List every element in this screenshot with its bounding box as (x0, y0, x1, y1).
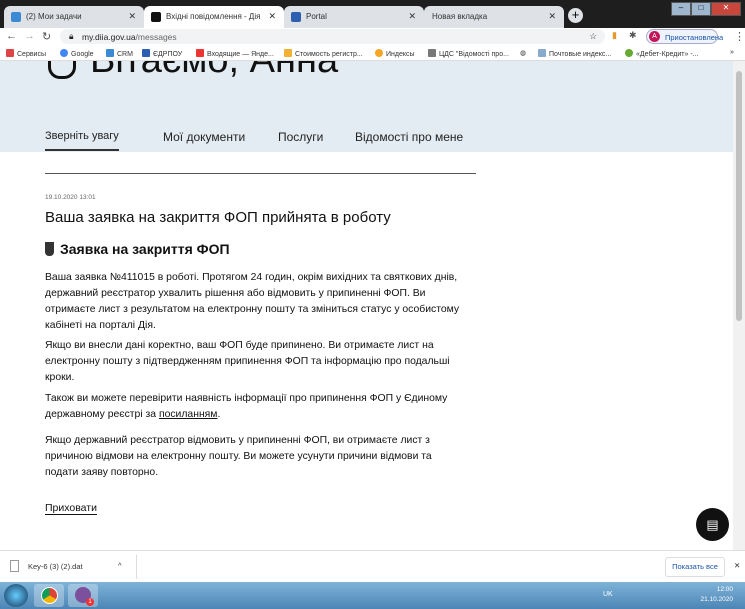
registry-link[interactable]: посиланням (159, 409, 218, 420)
divider (136, 555, 137, 579)
trident-icon (45, 242, 54, 256)
tab-diia-messages[interactable]: Вхідні повідомлення - Дія ✕ (144, 6, 284, 28)
address-bar[interactable]: 🔒︎ my.diia.gov.ua/messages ☆ (60, 29, 605, 44)
bookmark-item[interactable]: «Дебет-Кредит» -... (625, 49, 699, 58)
tab-label: (2) Мои задачи (26, 12, 82, 21)
minimize-button[interactable]: – (671, 2, 691, 16)
file-icon (10, 560, 19, 572)
language-indicator[interactable]: UK (603, 591, 613, 598)
clock-date: 21.10.2020 (700, 596, 733, 603)
bookmark-label: CRM (117, 51, 133, 58)
back-icon[interactable]: ← (6, 30, 17, 42)
tab-label: Portal (306, 12, 327, 21)
nav-tab-attention[interactable]: Зверніть увагу (45, 130, 119, 151)
divider (45, 173, 476, 174)
bookmark-label: ЄДРПОУ (153, 51, 183, 58)
greeting: Вітаємо, Анна (90, 61, 338, 82)
bookmark-item[interactable]: ЄДРПОУ (142, 49, 182, 58)
download-bar: Key-6 (3) (2).dat ^ Показать все ✕ (0, 550, 745, 582)
extension-icon[interactable]: ▮ (612, 30, 617, 41)
bookmark-label: Сервисы (17, 51, 47, 58)
close-icon[interactable]: ✕ (548, 11, 556, 22)
hide-button[interactable]: Приховати (45, 502, 97, 515)
url-path: /messages (135, 32, 177, 42)
maximize-button[interactable]: □ (691, 2, 711, 16)
paragraph-text: . (217, 409, 221, 420)
tab-label: Вхідні повідомлення - Дія (166, 12, 261, 21)
paragraph: Ваша заявка №411015 в роботі. Протягом 2… (45, 272, 460, 331)
chevron-up-icon[interactable]: ^ (118, 561, 122, 570)
message-date: 19.10.2020 13:01 (45, 194, 96, 201)
lock-icon: 🔒︎ (69, 31, 74, 41)
globe-icon[interactable]: ◍ (520, 49, 526, 57)
taskbar: 1 UK 12:00 21.10.2020 (0, 582, 745, 609)
close-icon[interactable]: ✕ (408, 11, 416, 22)
chat-icon[interactable]: ▤ (696, 508, 729, 541)
bookmark-label: «Дебет-Кредит» -... (636, 51, 699, 58)
bookmark-item[interactable]: CRM (106, 49, 133, 58)
bookmark-label: Входящие — Янде... (207, 51, 274, 58)
tab-my-tasks[interactable]: (2) Мои задачи ✕ (4, 6, 144, 28)
star-icon[interactable]: ☆ (589, 31, 597, 42)
paragraph: Якщо державний реєстратор відмовить у пр… (45, 435, 432, 478)
close-icon[interactable]: ✕ (128, 11, 136, 22)
message-title: Ваша заявка на закриття ФОП прийнята в р… (45, 209, 391, 226)
bookmarks-bar: Сервисы Google CRM ЄДРПОУ Входящие — Янд… (0, 45, 745, 61)
profile-label: Приостановлена (665, 33, 724, 42)
new-tab-button[interactable]: + (568, 8, 583, 23)
page-content: Вітаємо, Анна Зверніть увагу Мої докумен… (0, 61, 733, 550)
tab-favicon (151, 12, 161, 22)
bookmark-item[interactable]: ЦДС "Відомості про... (428, 49, 509, 58)
bookmark-item[interactable]: Почтовые индекс... (538, 49, 611, 58)
notification-badge: 1 (86, 598, 94, 606)
trident-logo-icon (48, 61, 76, 79)
tab-favicon (291, 12, 301, 22)
bookmark-label: Почтовые индекс... (549, 51, 612, 58)
paragraph-text: Також ви можете перевірити наявність інф… (45, 393, 448, 420)
download-item[interactable]: Key-6 (3) (2).dat (28, 562, 83, 571)
chrome-icon[interactable] (34, 584, 64, 607)
subtitle-text: Заявка на закриття ФОП (60, 241, 230, 257)
close-icon[interactable]: ✕ (734, 561, 740, 570)
url-host: my.diia.gov.ua (82, 32, 136, 42)
bookmark-label: Google (71, 51, 94, 58)
bookmark-item[interactable]: Индексы (375, 49, 415, 58)
bookmark-item[interactable]: Стоимость регистр... (284, 49, 363, 58)
viber-icon[interactable]: 1 (68, 584, 98, 607)
window-close-button[interactable]: ✕ (711, 2, 741, 16)
bookmark-label: ЦДС "Відомості про... (439, 51, 509, 58)
browser-toolbar: ← → ↻ 🔒︎ my.diia.gov.ua/messages ☆ ▮ ✱ A Пр… (0, 28, 745, 45)
bookmark-label: Индексы (386, 51, 415, 58)
tab-label: Новая вкладка (432, 12, 488, 21)
tab-portal[interactable]: Portal ✕ (284, 6, 424, 28)
close-icon[interactable]: ✕ (268, 11, 276, 22)
bookmark-item[interactable]: Google (60, 49, 94, 58)
nav-tab-documents[interactable]: Мої документи (163, 130, 245, 144)
more-bookmarks-icon[interactable]: » (730, 49, 734, 56)
clock-time: 12:00 (716, 586, 733, 593)
tab-favicon (11, 12, 21, 22)
clock[interactable]: 12:00 21.10.2020 (700, 585, 733, 605)
bookmark-item[interactable]: Входящие — Янде... (196, 49, 274, 58)
bookmark-label: Стоимость регистр... (295, 51, 363, 58)
tab-strip: (2) Мои задачи ✕ Вхідні повідомлення - Ді… (0, 0, 745, 28)
paragraph: Також ви можете перевірити наявність інф… (45, 391, 465, 423)
reload-icon[interactable]: ↻ (42, 30, 51, 43)
nav-tab-about-me[interactable]: Відомості про мене (355, 130, 463, 144)
puzzle-icon[interactable]: ✱ (629, 30, 637, 41)
tab-new[interactable]: Новая вкладка ✕ (424, 6, 564, 28)
scrollbar[interactable] (733, 61, 745, 550)
header: Вітаємо, Анна Зверніть увагу Мої докумен… (0, 61, 733, 152)
avatar: A (649, 31, 660, 42)
show-all-button[interactable]: Показать все (665, 557, 725, 577)
nav-tab-services[interactable]: Послуги (278, 130, 323, 144)
menu-icon[interactable]: ⋮ (734, 30, 745, 43)
forward-icon[interactable]: → (24, 30, 35, 42)
message-subtitle: Заявка на закриття ФОП (45, 241, 230, 257)
start-button[interactable] (4, 584, 28, 607)
bookmark-item[interactable]: Сервисы (6, 49, 46, 58)
paragraph: Якщо ви внесли дані коректно, ваш ФОП бу… (45, 340, 450, 383)
scrollbar-thumb[interactable] (736, 71, 742, 321)
profile-button[interactable]: A Приостановлена (646, 29, 723, 44)
